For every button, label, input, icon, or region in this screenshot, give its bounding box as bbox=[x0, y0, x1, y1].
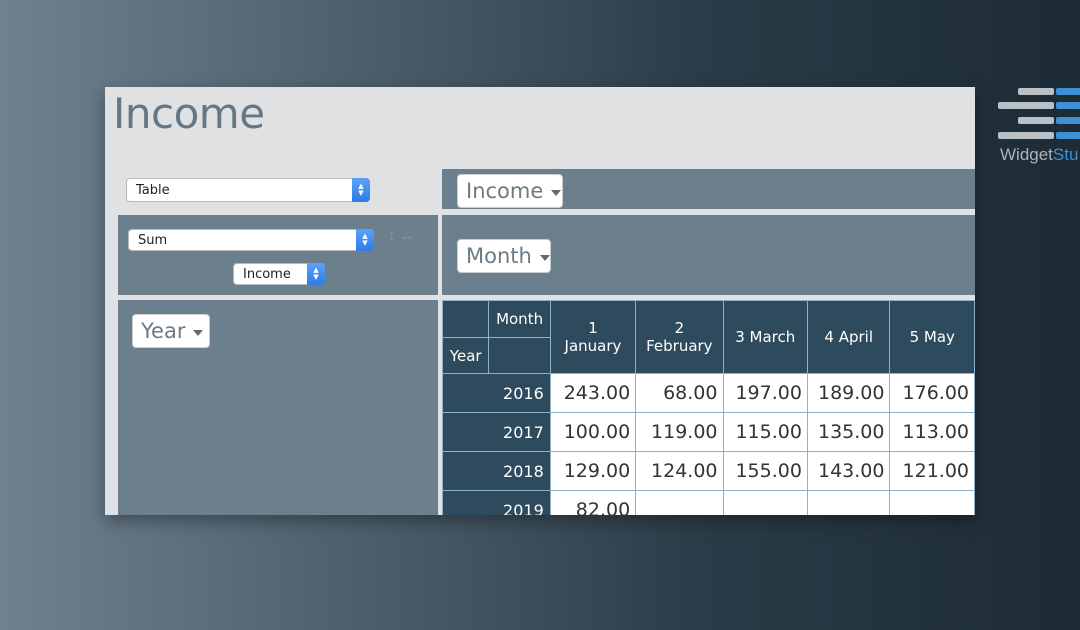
value-field-chip-label: Income bbox=[466, 179, 544, 203]
row-header-year[interactable]: 2019 bbox=[442, 490, 551, 515]
value-field-chip[interactable]: Income bbox=[457, 174, 563, 208]
table-cell: 243.00 bbox=[549, 373, 637, 413]
table-cell: 143.00 bbox=[806, 451, 891, 491]
year-field-chip-label: Year bbox=[141, 319, 186, 343]
logo-bar bbox=[1056, 132, 1080, 139]
stepper-icon: ▲ ▼ bbox=[307, 263, 325, 285]
month-field-chip-label: Month bbox=[466, 244, 532, 268]
corner-cell bbox=[488, 337, 551, 374]
table-cell: 82.00 bbox=[549, 490, 637, 515]
pivot-panel: Income Table ▲ ▼ Income Sum ▲ ▼ ↕ ↔ Income… bbox=[105, 87, 975, 515]
table-cell bbox=[635, 490, 724, 515]
aggregate-value: Sum bbox=[138, 232, 168, 248]
stepper-icon: ▲ ▼ bbox=[356, 229, 374, 251]
table-cell bbox=[722, 490, 808, 515]
table-cell bbox=[889, 490, 975, 515]
col-header-3[interactable]: 3 March bbox=[722, 300, 808, 374]
view-type-select[interactable]: Table ▲ ▼ bbox=[126, 178, 370, 202]
table-cell: 189.00 bbox=[806, 373, 891, 413]
table-cell: 197.00 bbox=[722, 373, 808, 413]
table-cell: 121.00 bbox=[889, 451, 975, 491]
logo-bar bbox=[1056, 88, 1080, 95]
caret-down-icon bbox=[539, 254, 550, 261]
widgetstudio-logo: WidgetStu bbox=[998, 86, 1080, 166]
logo-bar bbox=[998, 132, 1054, 139]
row-header-year[interactable]: 2017 bbox=[442, 412, 551, 452]
col-header-1[interactable]: 1 January bbox=[549, 300, 637, 374]
caret-down-icon bbox=[551, 189, 562, 196]
col-header-5[interactable]: 5 May bbox=[889, 300, 975, 374]
logo-wordmark: WidgetStu bbox=[1000, 145, 1079, 164]
logo-bar bbox=[1056, 102, 1080, 109]
col-header-2[interactable]: 2 February bbox=[635, 300, 724, 374]
logo-bar bbox=[998, 102, 1054, 109]
month-field-chip[interactable]: Month bbox=[457, 239, 551, 273]
caret-down-icon bbox=[193, 329, 204, 336]
year-field-chip[interactable]: Year bbox=[132, 314, 210, 348]
table-cell: 124.00 bbox=[635, 451, 724, 491]
table-cell: 68.00 bbox=[635, 373, 724, 413]
table-cell: 115.00 bbox=[722, 412, 808, 452]
table-cell: 155.00 bbox=[722, 451, 808, 491]
table-cell: 100.00 bbox=[549, 412, 637, 452]
table-cell: 129.00 bbox=[549, 451, 637, 491]
page-title: Income bbox=[113, 89, 265, 138]
corner-col-label: Month bbox=[488, 300, 551, 338]
aggregate-select[interactable]: Sum ▲ ▼ bbox=[128, 229, 374, 251]
value-field-value: Income bbox=[243, 266, 291, 282]
table-cell bbox=[806, 490, 891, 515]
value-field-select[interactable]: Income ▲ ▼ bbox=[233, 263, 325, 285]
pivot-table: Month 1 January 2 February 3 March 4 April… bbox=[441, 300, 975, 515]
logo-bar bbox=[1018, 88, 1054, 95]
table-cell: 176.00 bbox=[889, 373, 975, 413]
row-header-year[interactable]: 2018 bbox=[442, 451, 551, 491]
corner-cell bbox=[441, 300, 490, 338]
corner-row-label: Year bbox=[441, 337, 490, 374]
logo-bar bbox=[1056, 117, 1080, 124]
table-cell: 119.00 bbox=[635, 412, 724, 452]
view-type-value: Table bbox=[136, 182, 170, 198]
table-cell: 113.00 bbox=[889, 412, 975, 452]
stepper-icon: ▲ ▼ bbox=[352, 178, 370, 202]
logo-bar bbox=[1018, 117, 1054, 124]
row-header-year[interactable]: 2016 bbox=[442, 373, 551, 413]
col-header-4[interactable]: 4 April bbox=[806, 300, 891, 374]
swap-arrows-icon[interactable]: ↕ ↔ bbox=[388, 227, 415, 244]
table-cell: 135.00 bbox=[806, 412, 891, 452]
